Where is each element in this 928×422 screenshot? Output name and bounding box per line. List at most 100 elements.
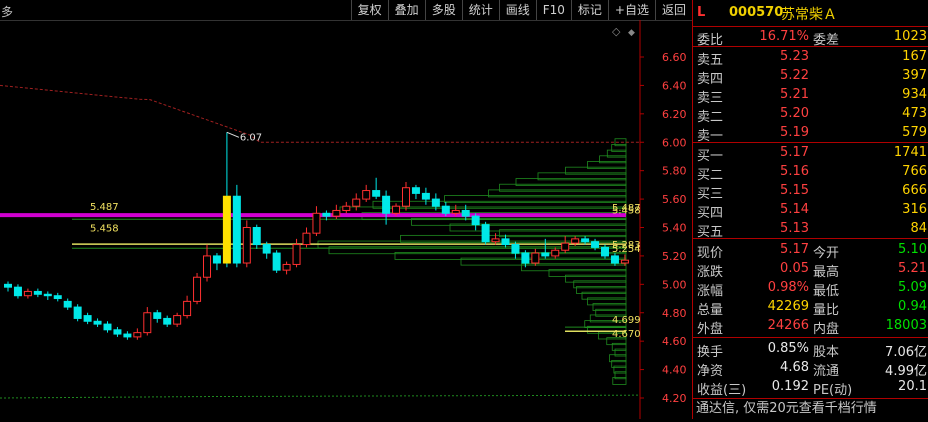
y-tick-label: 4.80 (662, 307, 687, 320)
stat-value: 42269 (767, 299, 809, 314)
candle-body (501, 238, 510, 246)
candle-body (113, 329, 122, 335)
ask-row[interactable]: 卖五 5.23 167 (693, 47, 928, 68)
candle-body (421, 192, 430, 200)
stat-value: 5.17 (780, 242, 809, 257)
stat-label: 内盘 (813, 322, 840, 337)
fund-value: 0.192 (771, 379, 809, 394)
ask-row[interactable]: 卖四 5.22 397 (693, 66, 928, 87)
candle-body (312, 212, 321, 234)
promo-footer[interactable]: 通达信, 仅需20元查看千档行情 (693, 398, 928, 420)
toolbar-button[interactable]: 画线 (498, 0, 536, 20)
stat-label: 外盘 (697, 322, 724, 337)
candle-body (93, 320, 102, 325)
candle-body (451, 209, 460, 214)
y-tick-label: 6.20 (662, 108, 687, 121)
kline-chart[interactable]: 6.60 6.40 6.20 6.00 5.80 5.60 5.40 5.20 5.00 4.80… (0, 20, 692, 419)
candle-body (511, 244, 520, 254)
level-price: 5.19 (780, 125, 809, 140)
stock-name: 苏常柴Ａ (781, 7, 837, 23)
high-marker-pointer (226, 131, 240, 138)
candle-body (601, 246, 609, 257)
candle-body (372, 190, 381, 197)
toolbar-button[interactable]: 复权 (350, 0, 388, 20)
toolbar-button[interactable]: 多股 (424, 0, 462, 20)
toolbar-button[interactable]: +自选 (607, 0, 655, 20)
bid-row[interactable]: 买二 5.16 766 (693, 162, 928, 183)
fund-label: PE(动) (813, 383, 853, 398)
candle-body (33, 290, 42, 295)
candle-body (173, 315, 182, 325)
stat-row: 涨跌 0.05 最高 5.21 (693, 259, 928, 280)
weibi-row: 委比 16.71% 委差 1023 (693, 27, 928, 48)
cost-line-label: 5.458 (90, 223, 119, 234)
y-tick-label: 6.40 (662, 79, 687, 92)
candle-body (322, 212, 331, 217)
stat-value: 18003 (885, 318, 927, 333)
toolbar-button[interactable]: 叠加 (387, 0, 425, 20)
y-tick-label: 5.80 (662, 165, 687, 178)
ask-row[interactable]: 卖三 5.21 934 (693, 85, 928, 106)
toolbar-button[interactable]: 标记 (570, 0, 608, 20)
toolbar-button[interactable]: 返回 (654, 0, 692, 20)
y-tick-label: 6.60 (662, 51, 687, 64)
level-volume: 167 (902, 49, 927, 64)
y-tick-label: 4.20 (662, 392, 687, 405)
cost-line-label: 5.487 (90, 202, 119, 213)
candle-body (292, 244, 301, 265)
level-volume: 397 (902, 68, 927, 83)
weibi-value: 16.71% (759, 29, 809, 44)
stat-value: 0.98% (767, 280, 809, 295)
candle-body (461, 209, 470, 217)
bid-row[interactable]: 买一 5.17 1741 (693, 143, 928, 164)
candle-body (193, 276, 202, 302)
candle-body (481, 224, 490, 243)
fund-row: 换手 0.85% 股本 7.06亿 (693, 339, 928, 360)
candle-body (561, 242, 570, 251)
candle-body (392, 205, 401, 214)
candle-body (521, 252, 530, 264)
y-tick-label: 5.00 (662, 278, 687, 291)
candle-body (411, 187, 420, 194)
stat-row: 现价 5.17 今开 5.10 (693, 240, 928, 261)
level-price: 5.20 (780, 106, 809, 121)
level-volume: 579 (902, 125, 927, 140)
candle-body (382, 195, 391, 214)
candle-body (610, 255, 619, 264)
level-indicator[interactable]: L (697, 5, 705, 20)
level-volume: 666 (902, 183, 927, 198)
toolbar-button[interactable]: F10 (535, 0, 571, 20)
toolbar-left-label: 多 (1, 5, 14, 19)
candle-body (302, 232, 311, 246)
y-tick-label: 5.40 (662, 222, 687, 235)
fund-value: 4.68 (780, 360, 809, 375)
candle-body (4, 283, 12, 288)
level-price: 5.22 (780, 68, 809, 83)
level-volume: 316 (902, 202, 927, 217)
weicha-value: 1023 (893, 29, 927, 44)
ma-dashed-line (0, 84, 640, 143)
bid-row[interactable]: 买四 5.14 316 (693, 200, 928, 221)
ask-row[interactable]: 卖二 5.20 473 (693, 104, 928, 125)
stock-code: 000570 (729, 5, 784, 20)
level-volume: 766 (902, 164, 927, 179)
level-volume: 934 (902, 87, 927, 102)
kline-svg[interactable]: 6.60 6.40 6.20 6.00 5.80 5.60 5.40 5.20 5.00 4.80… (0, 20, 692, 419)
level-volume: 473 (902, 106, 927, 121)
toolbar-button[interactable]: 统计 (461, 0, 499, 20)
stat-value: 0.05 (780, 261, 809, 276)
candle-body (471, 215, 480, 226)
ask-row[interactable]: 卖一 5.19 579 (693, 123, 928, 144)
candle-body (143, 312, 152, 334)
bid-row[interactable]: 买五 5.13 84 (693, 219, 928, 240)
chart-toolbar: 多 复权 叠加 多股 统计 画线 F10 标记 +自选 返回 (0, 0, 692, 21)
bid-row[interactable]: 买三 5.15 666 (693, 181, 928, 202)
candle-body (83, 315, 92, 322)
candle-body (332, 209, 341, 217)
candle-body (242, 227, 251, 264)
stat-value: 5.10 (898, 242, 927, 257)
candle-body (63, 300, 72, 308)
high-marker-label: 6.07 (240, 132, 262, 143)
candle-body (252, 227, 261, 246)
candle-body (212, 255, 221, 264)
